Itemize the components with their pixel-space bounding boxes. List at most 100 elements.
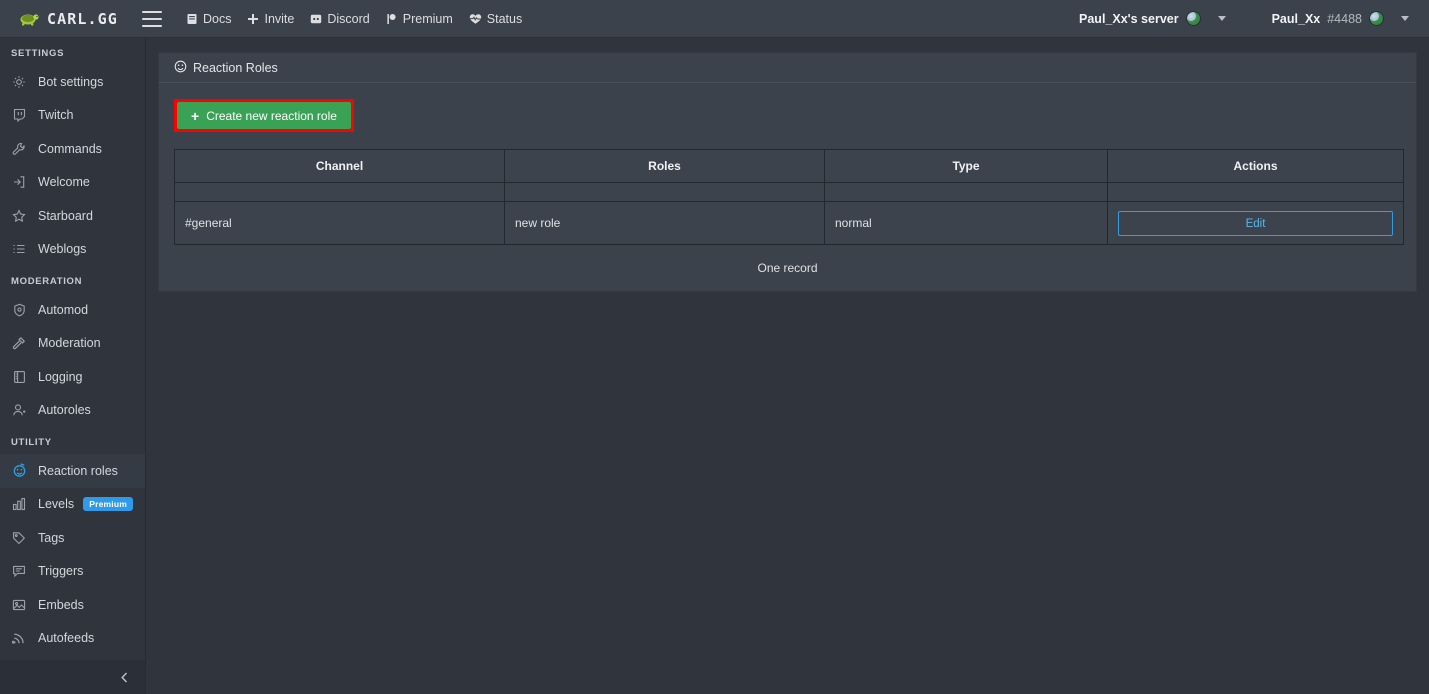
image-icon [11, 597, 27, 613]
filter-cell-channel[interactable] [174, 182, 505, 202]
sidebar-collapse-button[interactable] [0, 660, 145, 694]
nav-link-invite[interactable]: Invite [247, 12, 294, 26]
brand-name: CARL.GG [47, 9, 118, 28]
nav-link-label: Discord [327, 11, 370, 26]
record-count-text: One record [757, 261, 818, 275]
book-open-icon [11, 369, 27, 385]
sidebar-item-twitch[interactable]: Twitch [0, 99, 145, 133]
book-icon [186, 13, 198, 25]
sidebar-item-autofeeds[interactable]: Autofeeds [0, 622, 145, 656]
panel-body: + Create new reaction role Channel Roles… [159, 83, 1416, 291]
sidebar-item-welcome[interactable]: Welcome [0, 166, 145, 200]
tag-icon [11, 530, 27, 546]
sidebar-item-label: Autofeeds [38, 631, 95, 646]
sidebar-item-label: Bot settings [38, 74, 104, 89]
column-header-actions[interactable]: Actions [1107, 149, 1404, 183]
table-filter-row [174, 182, 1404, 202]
premium-badge: Premium [83, 497, 133, 512]
sidebar-item-label: Welcome [38, 175, 90, 190]
user-plus-icon [11, 402, 27, 418]
sidebar-item-bot-settings[interactable]: Bot settings [0, 65, 145, 99]
nav-link-status[interactable]: Status [469, 12, 522, 26]
table-header-row: Channel Roles Type Actions [174, 149, 1404, 183]
user-discriminator: #4488 [1327, 11, 1362, 26]
sidebar-item-autoroles[interactable]: Autoroles [0, 394, 145, 428]
sidebar-item-embeds[interactable]: Embeds [0, 588, 145, 622]
top-navigation-bar: CARL.GG Docs Invite Discord Premium Stat… [0, 0, 1429, 38]
discord-icon [310, 13, 322, 25]
sidebar-item-label: Embeds [38, 597, 84, 612]
filter-cell-type[interactable] [824, 182, 1108, 202]
column-header-type[interactable]: Type [824, 149, 1108, 183]
sidebar-item-label: Starboard [38, 208, 93, 223]
chevron-down-icon[interactable] [1401, 16, 1409, 21]
star-icon [11, 208, 27, 224]
sidebar-item-label: Tags [38, 530, 65, 545]
server-selector[interactable]: Paul_Xx's server [1073, 11, 1232, 26]
cell-type: normal [824, 201, 1108, 245]
top-nav-right: Paul_Xx's server Paul_Xx #4488 [1073, 11, 1415, 26]
user-menu[interactable]: Paul_Xx #4488 [1266, 11, 1415, 26]
sidebar-item-label: Automod [38, 302, 89, 317]
bar-chart-icon [11, 496, 27, 512]
nav-link-discord[interactable]: Discord [310, 11, 370, 26]
plus-icon [247, 13, 259, 25]
sidebar-item-logging[interactable]: Logging [0, 360, 145, 394]
reaction-roles-panel: Reaction Roles + Create new reaction rol… [158, 52, 1417, 292]
sidebar-item-triggers[interactable]: Triggers [0, 555, 145, 589]
user-name: Paul_Xx [1271, 11, 1321, 26]
cell-actions: Edit [1107, 201, 1404, 245]
twitch-icon [11, 107, 27, 123]
turtle-icon [18, 11, 40, 26]
sidebar-item-starboard[interactable]: Starboard [0, 199, 145, 233]
filter-cell-actions [1107, 182, 1404, 202]
list-icon [11, 241, 27, 257]
shield-icon [11, 302, 27, 318]
sidebar-item-moderation[interactable]: Moderation [0, 327, 145, 361]
filter-cell-roles[interactable] [504, 182, 825, 202]
sidebar-item-label: Triggers [38, 564, 84, 579]
sidebar-item-label: Weblogs [38, 242, 87, 257]
sidebar-item-weblogs[interactable]: Weblogs [0, 233, 145, 267]
chevron-left-icon [119, 671, 130, 684]
nav-link-label: Invite [264, 11, 295, 26]
edit-button[interactable]: Edit [1118, 210, 1393, 236]
sidebar-section-title: UTILITY [11, 437, 52, 448]
smiley-icon [174, 60, 187, 76]
reaction-role-icon [11, 463, 27, 479]
create-button-highlight: + Create new reaction role [174, 99, 354, 132]
table-header: Channel Roles Type Actions [174, 149, 1404, 183]
sidebar-item-levels[interactable]: Levels Premium [0, 488, 145, 522]
sidebar: SETTINGS Bot settings Twitch Commands We… [0, 38, 146, 694]
brand-logo-link[interactable]: CARL.GG [18, 10, 128, 28]
create-button-label: Create new reaction role [206, 108, 337, 123]
panel-header: Reaction Roles [159, 53, 1416, 83]
column-header-roles[interactable]: Roles [504, 149, 825, 183]
nav-link-premium[interactable]: Premium [386, 12, 453, 26]
hammer-icon [11, 335, 27, 351]
heartbeat-icon [469, 13, 482, 25]
page-title: Reaction Roles [193, 60, 278, 75]
sign-in-icon [11, 174, 27, 190]
column-header-channel[interactable]: Channel [174, 149, 505, 183]
nav-link-label: Docs [203, 11, 232, 26]
server-avatar [1185, 11, 1201, 26]
sidebar-item-label: Logging [38, 369, 83, 384]
sidebar-item-tags[interactable]: Tags [0, 521, 145, 555]
user-avatar [1369, 11, 1384, 26]
server-name: Paul_Xx's server [1079, 11, 1179, 26]
reaction-roles-table: Channel Roles Type Actions #general new … [174, 149, 1404, 245]
create-new-reaction-role-button[interactable]: + Create new reaction role [177, 102, 351, 129]
gear-icon [11, 74, 27, 90]
sidebar-item-reaction-roles[interactable]: Reaction roles [0, 454, 145, 488]
sidebar-item-commands[interactable]: Commands [0, 132, 145, 166]
table-row: #general new role normal Edit [174, 201, 1404, 245]
chevron-down-icon[interactable] [1217, 16, 1226, 21]
hamburger-icon[interactable] [142, 10, 162, 27]
flag-icon [386, 13, 398, 25]
sidebar-item-label: Commands [38, 141, 102, 156]
sidebar-item-automod[interactable]: Automod [0, 293, 145, 327]
nav-link-docs[interactable]: Docs [186, 12, 231, 26]
table-body: #general new role normal Edit [174, 182, 1404, 245]
nav-link-label: Premium [402, 11, 453, 26]
